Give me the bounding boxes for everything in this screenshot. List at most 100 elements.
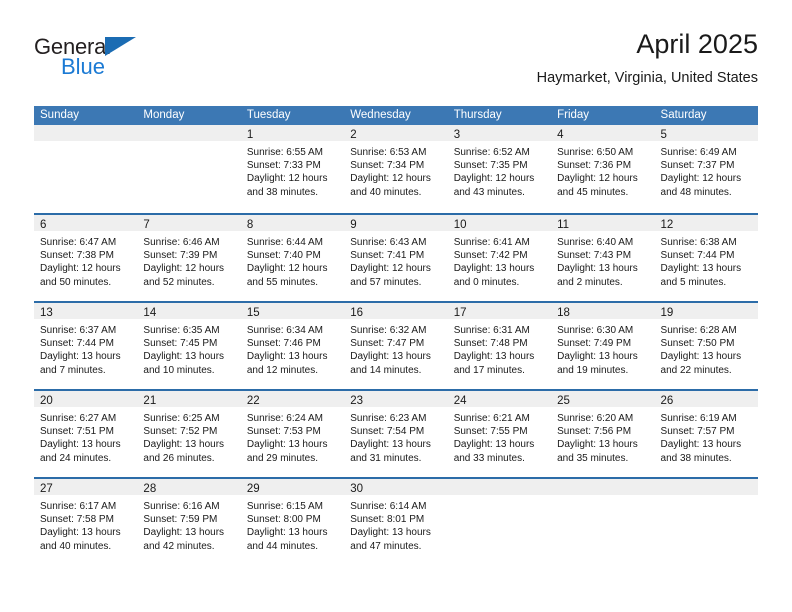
calendar-day-cell[interactable]: 18 Sunrise: 6:30 AM Sunset: 7:49 PM Dayligh… (551, 303, 655, 389)
daylight-text-line2: and 45 minutes. (557, 186, 629, 198)
calendar-day-cell-empty[interactable] (34, 125, 138, 213)
day-number: 20 (40, 395, 53, 407)
calendar-day-cell-empty[interactable] (137, 125, 241, 213)
calendar-day-cell[interactable]: 10 Sunrise: 6:41 AM Sunset: 7:42 PM Dayligh… (447, 215, 552, 301)
daylight-text-line1: Daylight: 13 hours (40, 351, 121, 363)
daylight-text-line1: Daylight: 13 hours (660, 263, 742, 275)
day-number-band: 19 (654, 303, 758, 319)
page-header: General Blue April 2025 Haymarket, Virgi… (34, 28, 758, 98)
sunset-text: Sunset: 7:52 PM (143, 426, 218, 438)
sunset-text: Sunset: 7:43 PM (557, 250, 632, 262)
calendar-day-cell[interactable]: 16 Sunrise: 6:32 AM Sunset: 7:47 PM Dayligh… (344, 303, 448, 389)
calendar-week-row: 6 Sunrise: 6:47 AM Sunset: 7:38 PM Daylight… (34, 213, 758, 301)
day-number: 29 (246, 483, 260, 495)
calendar-day-cell[interactable]: 28 Sunrise: 6:16 AM Sunset: 7:59 PM Dayligh… (137, 479, 241, 565)
daylight-text-line1: Daylight: 13 hours (143, 439, 225, 451)
sunrise-text: Sunrise: 6:23 AM (350, 413, 427, 424)
calendar-week-row: 1 Sunrise: 6:55 AM Sunset: 7:33 PM Daylight… (34, 125, 758, 213)
calendar-day-cell-empty[interactable] (654, 479, 758, 565)
calendar-day-cell[interactable]: 26 Sunrise: 6:19 AM Sunset: 7:57 PM Dayligh… (654, 391, 758, 477)
calendar-day-cell[interactable]: 11 Sunrise: 6:40 AM Sunset: 7:43 PM Dayligh… (551, 215, 655, 301)
day-number: 23 (350, 395, 364, 407)
day-details: Sunrise: 6:41 AM Sunset: 7:42 PM Daylight:… (448, 231, 551, 289)
day-number-band (137, 125, 241, 141)
calendar-day-cell-empty[interactable] (447, 479, 552, 565)
day-number: 17 (453, 307, 467, 319)
day-details: Sunrise: 6:50 AM Sunset: 7:36 PM Daylight:… (551, 141, 654, 199)
day-number-band: 2 (344, 125, 448, 141)
sunrise-text: Sunrise: 6:49 AM (660, 147, 737, 158)
calendar-day-cell-empty[interactable] (551, 479, 655, 565)
calendar-day-cell[interactable]: 3 Sunrise: 6:52 AM Sunset: 7:35 PM Daylight… (447, 125, 552, 213)
sunset-text: Sunset: 7:48 PM (453, 338, 528, 350)
daylight-text-line2: and 50 minutes. (40, 276, 112, 288)
day-number: 9 (350, 219, 357, 231)
calendar-day-cell[interactable]: 4 Sunrise: 6:50 AM Sunset: 7:36 PM Daylight… (551, 125, 655, 213)
calendar-day-cell[interactable]: 29 Sunrise: 6:15 AM Sunset: 8:00 PM Dayligh… (240, 479, 345, 565)
sunset-text: Sunset: 7:46 PM (246, 338, 321, 350)
daylight-text-line1: Daylight: 12 hours (40, 263, 121, 275)
daylight-text-line2: and 22 minutes. (660, 364, 732, 376)
calendar-day-cell[interactable]: 2 Sunrise: 6:53 AM Sunset: 7:34 PM Daylight… (344, 125, 448, 213)
calendar-day-cell[interactable]: 12 Sunrise: 6:38 AM Sunset: 7:44 PM Dayligh… (654, 215, 758, 301)
calendar-day-cell[interactable]: 25 Sunrise: 6:20 AM Sunset: 7:56 PM Dayligh… (551, 391, 655, 477)
weekday-header-wednesday: Wednesday (350, 109, 411, 121)
calendar-day-cell[interactable]: 7 Sunrise: 6:46 AM Sunset: 7:39 PM Daylight… (137, 215, 241, 301)
daylight-text-line1: Daylight: 13 hours (350, 527, 431, 539)
day-details: Sunrise: 6:31 AM Sunset: 7:48 PM Daylight:… (448, 319, 551, 377)
sunset-text: Sunset: 7:53 PM (246, 426, 321, 438)
calendar-weeks: 1 Sunrise: 6:55 AM Sunset: 7:33 PM Daylight… (34, 125, 758, 565)
calendar-day-cell[interactable]: 23 Sunrise: 6:23 AM Sunset: 7:54 PM Dayligh… (344, 391, 448, 477)
daylight-text-line2: and 10 minutes. (143, 364, 215, 376)
day-number-band: 18 (551, 303, 655, 319)
sunset-text: Sunset: 7:37 PM (660, 160, 735, 172)
sunset-text: Sunset: 7:58 PM (40, 514, 114, 526)
day-number: 3 (453, 129, 461, 141)
calendar-day-cell[interactable]: 19 Sunrise: 6:28 AM Sunset: 7:50 PM Dayligh… (654, 303, 758, 389)
daylight-text-line1: Daylight: 13 hours (40, 439, 121, 451)
daylight-text-line1: Daylight: 13 hours (246, 439, 328, 451)
calendar-day-cell[interactable]: 27 Sunrise: 6:17 AM Sunset: 7:58 PM Dayligh… (34, 479, 138, 565)
sunset-text: Sunset: 7:44 PM (660, 250, 735, 262)
sunrise-text: Sunrise: 6:19 AM (660, 413, 737, 424)
calendar-day-cell[interactable]: 14 Sunrise: 6:35 AM Sunset: 7:45 PM Dayligh… (137, 303, 241, 389)
calendar-day-cell[interactable]: 21 Sunrise: 6:25 AM Sunset: 7:52 PM Dayligh… (137, 391, 241, 477)
logo-text-blue: Blue (61, 54, 106, 79)
day-number: 7 (143, 219, 150, 231)
day-details: Sunrise: 6:28 AM Sunset: 7:50 PM Daylight:… (655, 319, 758, 377)
sunrise-text: Sunrise: 6:35 AM (143, 325, 220, 336)
sunset-text: Sunset: 7:55 PM (453, 426, 528, 438)
calendar-day-cell[interactable]: 6 Sunrise: 6:47 AM Sunset: 7:38 PM Daylight… (34, 215, 138, 301)
day-number-band: 7 (137, 215, 241, 231)
calendar-day-cell[interactable]: 15 Sunrise: 6:34 AM Sunset: 7:46 PM Dayligh… (240, 303, 345, 389)
daylight-text-line2: and 48 minutes. (660, 186, 732, 198)
calendar-page: General Blue April 2025 Haymarket, Virgi… (0, 0, 792, 612)
daylight-text-line2: and 55 minutes. (246, 276, 319, 288)
daylight-text-line1: Daylight: 13 hours (557, 351, 638, 363)
daylight-text-line2: and 44 minutes. (246, 540, 319, 552)
sunset-text: Sunset: 7:56 PM (557, 426, 632, 438)
sunset-text: Sunset: 7:33 PM (246, 160, 321, 172)
calendar-day-cell[interactable]: 20 Sunrise: 6:27 AM Sunset: 7:51 PM Dayligh… (34, 391, 138, 477)
calendar-day-cell[interactable]: 1 Sunrise: 6:55 AM Sunset: 7:33 PM Daylight… (240, 125, 345, 213)
calendar-day-cell[interactable]: 13 Sunrise: 6:37 AM Sunset: 7:44 PM Dayligh… (34, 303, 138, 389)
sunset-text: Sunset: 8:01 PM (350, 514, 425, 526)
day-number-band: 28 (137, 479, 241, 495)
calendar-day-cell[interactable]: 22 Sunrise: 6:24 AM Sunset: 7:53 PM Dayligh… (240, 391, 345, 477)
day-details: Sunrise: 6:53 AM Sunset: 7:34 PM Daylight:… (344, 141, 447, 199)
daylight-text-line1: Daylight: 12 hours (143, 263, 225, 275)
calendar-day-cell[interactable]: 5 Sunrise: 6:49 AM Sunset: 7:37 PM Daylight… (654, 125, 758, 213)
day-number-band: 25 (551, 391, 655, 407)
title-block: April 2025 Haymarket, Virginia, United S… (537, 28, 758, 88)
day-number-band: 15 (240, 303, 345, 319)
day-number-band: 9 (344, 215, 448, 231)
calendar-day-cell[interactable]: 24 Sunrise: 6:21 AM Sunset: 7:55 PM Dayligh… (447, 391, 552, 477)
calendar-day-cell[interactable]: 9 Sunrise: 6:43 AM Sunset: 7:41 PM Daylight… (344, 215, 448, 301)
calendar-day-cell[interactable]: 17 Sunrise: 6:31 AM Sunset: 7:48 PM Dayligh… (447, 303, 552, 389)
calendar-day-cell[interactable]: 8 Sunrise: 6:44 AM Sunset: 7:40 PM Daylight… (240, 215, 345, 301)
daylight-text-line2: and 43 minutes. (453, 186, 525, 198)
calendar-day-cell[interactable]: 30 Sunrise: 6:14 AM Sunset: 8:01 PM Dayligh… (344, 479, 448, 565)
daylight-text-line2: and 47 minutes. (350, 540, 422, 552)
day-details: Sunrise: 6:19 AM Sunset: 7:57 PM Daylight:… (655, 407, 758, 465)
day-details: Sunrise: 6:16 AM Sunset: 7:59 PM Daylight:… (137, 495, 240, 553)
